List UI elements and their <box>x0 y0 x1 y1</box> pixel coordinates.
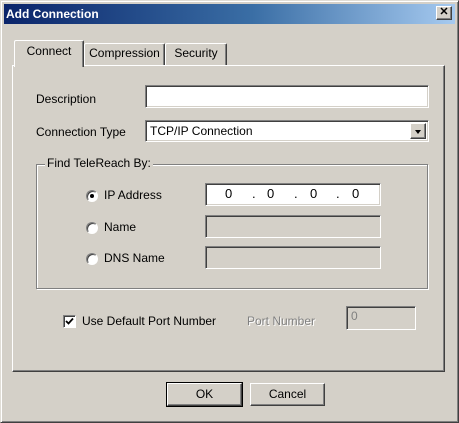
find-telereach-legend: Find TeleReach By: <box>45 156 153 170</box>
close-button[interactable]: ✕ <box>436 6 452 20</box>
ip-separator-3: . <box>336 186 340 201</box>
cancel-button[interactable]: Cancel <box>250 383 325 406</box>
tab-connect-label: Connect <box>26 44 72 58</box>
ip-address-label: IP Address <box>104 188 162 202</box>
ok-button[interactable]: OK <box>166 382 243 407</box>
ip-address-radio[interactable] <box>86 190 98 202</box>
checkmark-icon <box>65 317 74 325</box>
name-radio[interactable] <box>86 222 98 234</box>
description-input[interactable] <box>145 85 429 108</box>
ip-octet-3: 0 <box>310 186 318 201</box>
ip-octet-1: 0 <box>225 186 233 201</box>
tab-connect[interactable]: Connect <box>14 40 84 67</box>
connection-type-select[interactable]: TCP/IP Connection <box>145 120 429 142</box>
dns-name-radio[interactable] <box>86 253 98 265</box>
tab-compression[interactable]: Compression <box>84 43 165 65</box>
connection-type-value: TCP/IP Connection <box>150 124 253 138</box>
use-default-port-label: Use Default Port Number <box>82 314 217 328</box>
port-number-input[interactable]: 0 <box>346 306 416 330</box>
port-number-label: Port Number <box>247 314 316 328</box>
connection-type-label: Connection Type <box>36 125 126 139</box>
ip-address-input[interactable]: 0 . 0 . 0 . 0 <box>205 183 381 206</box>
ip-octet-4: 0 <box>352 186 360 201</box>
title-bar[interactable]: Add Connection ✕ <box>4 4 455 24</box>
description-label: Description <box>36 92 97 106</box>
name-label: Name <box>104 220 137 234</box>
name-input[interactable] <box>205 215 381 238</box>
tab-compression-label: Compression <box>89 46 160 60</box>
connection-type-dropdown-button[interactable] <box>410 123 426 139</box>
tab-security-label: Security <box>174 46 218 60</box>
add-connection-dialog: Add Connection ✕ Connect Compression Sec… <box>0 0 459 423</box>
dns-name-label: DNS Name <box>104 251 165 265</box>
ip-octet-2: 0 <box>267 186 275 201</box>
ip-separator-2: . <box>294 186 298 201</box>
tab-security[interactable]: Security <box>165 43 227 65</box>
ip-separator-1: . <box>252 186 256 201</box>
find-telereach-group: Find TeleReach By: IP Address 0 . 0 . 0 … <box>36 156 428 289</box>
window-title: Add Connection <box>6 7 99 21</box>
connect-tab-panel: Description Connection Type TCP/IP Conne… <box>12 65 445 372</box>
cancel-button-label: Cancel <box>268 387 307 401</box>
close-icon: ✕ <box>439 6 449 18</box>
ok-button-label: OK <box>195 387 214 401</box>
radio-selected-dot <box>90 194 94 198</box>
chevron-down-icon <box>415 130 421 134</box>
use-default-port-checkbox[interactable] <box>63 315 76 328</box>
dns-name-input[interactable] <box>205 246 381 269</box>
